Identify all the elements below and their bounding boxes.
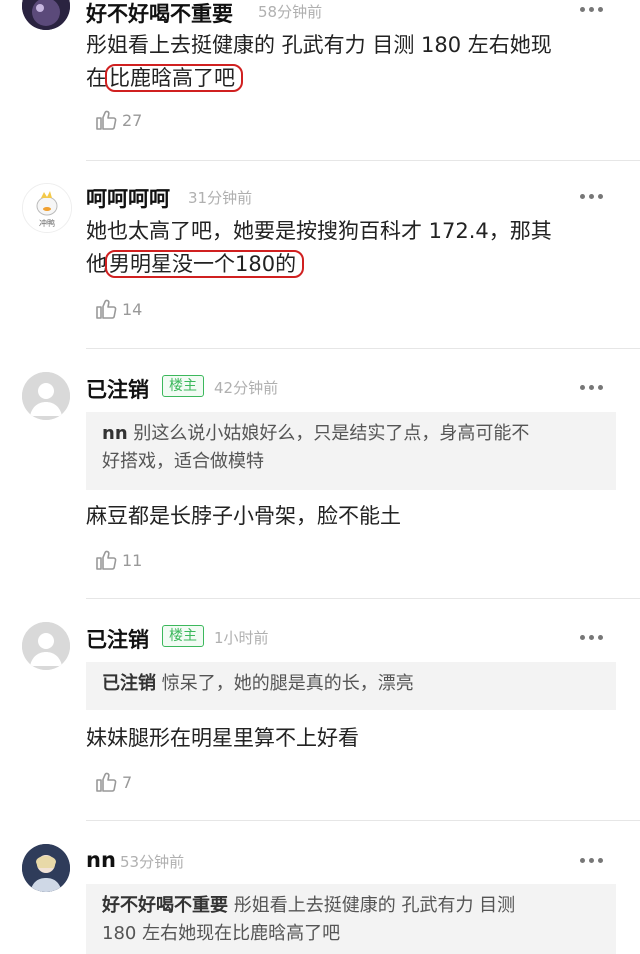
thumbs-up-icon xyxy=(96,550,117,570)
like-button[interactable]: 11 xyxy=(94,548,142,572)
divider xyxy=(86,348,640,349)
comment-time: 31分钟前 xyxy=(188,189,253,207)
quoted-reply[interactable]: 好不好喝不重要 彤姐看上去挺健康的 孔武有力 目测 180 左右她现在比鹿晗高了… xyxy=(86,884,616,954)
avatar[interactable] xyxy=(22,622,70,670)
divider xyxy=(86,160,640,161)
like-count: 27 xyxy=(122,110,143,130)
more-dots-icon[interactable] xyxy=(580,4,610,14)
comment-text-line: 她也太高了吧，她要是按搜狗百科才 172.4，那其 xyxy=(86,219,552,243)
comment-author[interactable]: 呵呵呵呵 xyxy=(86,183,170,213)
comment-text: 妹妹腿形在明星里算不上好看 xyxy=(86,726,359,750)
quote-text: 惊呆了，她的腿是真的长，漂亮 xyxy=(161,673,414,694)
comment-text: 彤姐看上去挺健康的 孔武有力 目测 180 左右她现 在比鹿晗高了吧 xyxy=(86,29,606,95)
comment-author[interactable]: 已注销 xyxy=(86,624,149,654)
comment-text-prefix: 他 xyxy=(86,252,107,276)
more-dots-icon[interactable] xyxy=(580,382,610,392)
avatar[interactable] xyxy=(22,0,70,30)
comment-author[interactable]: 已注销 xyxy=(86,374,149,404)
comment-time: 1小时前 xyxy=(214,629,269,647)
comment-text: 麻豆都是长脖子小骨架，脸不能土 xyxy=(86,504,401,528)
like-button[interactable]: 27 xyxy=(94,108,142,132)
like-count: 11 xyxy=(122,550,143,570)
comment-author[interactable]: nn xyxy=(86,848,116,872)
thumbs-up-icon xyxy=(96,299,117,319)
avatar[interactable] xyxy=(22,844,70,892)
thumbs-up-icon xyxy=(96,772,117,792)
more-dots-icon[interactable] xyxy=(580,191,610,201)
quote-text-line: 好搭戏，适合做模特 xyxy=(102,451,264,472)
comment-text-prefix: 在 xyxy=(86,66,107,90)
divider xyxy=(86,598,640,599)
like-button[interactable]: 14 xyxy=(94,297,142,321)
quote-author: nn xyxy=(102,423,128,444)
quote-text-line: 彤姐看上去挺健康的 孔武有力 目测 xyxy=(233,895,516,916)
quoted-reply[interactable]: nn 别这么说小姑娘好么，只是结实了点，身高可能不 好搭戏，适合做模特 xyxy=(86,412,616,490)
divider xyxy=(86,820,640,821)
avatar[interactable]: 冲鸭 xyxy=(22,183,72,233)
host-badge: 楼主 xyxy=(162,375,204,397)
like-count: 14 xyxy=(122,299,143,319)
more-dots-icon[interactable] xyxy=(580,855,610,865)
host-badge: 楼主 xyxy=(162,625,204,647)
like-count: 7 xyxy=(122,772,133,792)
quote-text-line: 180 左右她现在比鹿晗高了吧 xyxy=(102,923,341,944)
quote-text-line: 别这么说小姑娘好么，只是结实了点，身高可能不 xyxy=(133,423,530,444)
comment-author[interactable]: 好不好喝不重要 xyxy=(86,0,233,28)
highlighted-text: 比鹿晗高了吧 xyxy=(105,64,243,92)
quoted-reply[interactable]: 已注销 惊呆了，她的腿是真的长，漂亮 xyxy=(86,662,616,710)
comment-text-line: 彤姐看上去挺健康的 孔武有力 目测 180 左右她现 xyxy=(86,33,552,57)
thumbs-up-icon xyxy=(96,110,117,130)
comment-time: 42分钟前 xyxy=(214,379,279,397)
highlighted-text: 男明星没一个180的 xyxy=(105,250,305,278)
avatar-caption: 冲鸭 xyxy=(39,219,55,228)
more-dots-icon[interactable] xyxy=(580,632,610,642)
comment-time: 53分钟前 xyxy=(120,853,185,871)
avatar[interactable] xyxy=(22,372,70,420)
quote-author: 好不好喝不重要 xyxy=(102,895,228,916)
comment-time: 58分钟前 xyxy=(258,3,323,21)
comment-text: 她也太高了吧，她要是按搜狗百科才 172.4，那其 他男明星没一个180的 xyxy=(86,215,606,281)
quote-author: 已注销 xyxy=(102,673,156,694)
like-button[interactable]: 7 xyxy=(94,770,132,794)
